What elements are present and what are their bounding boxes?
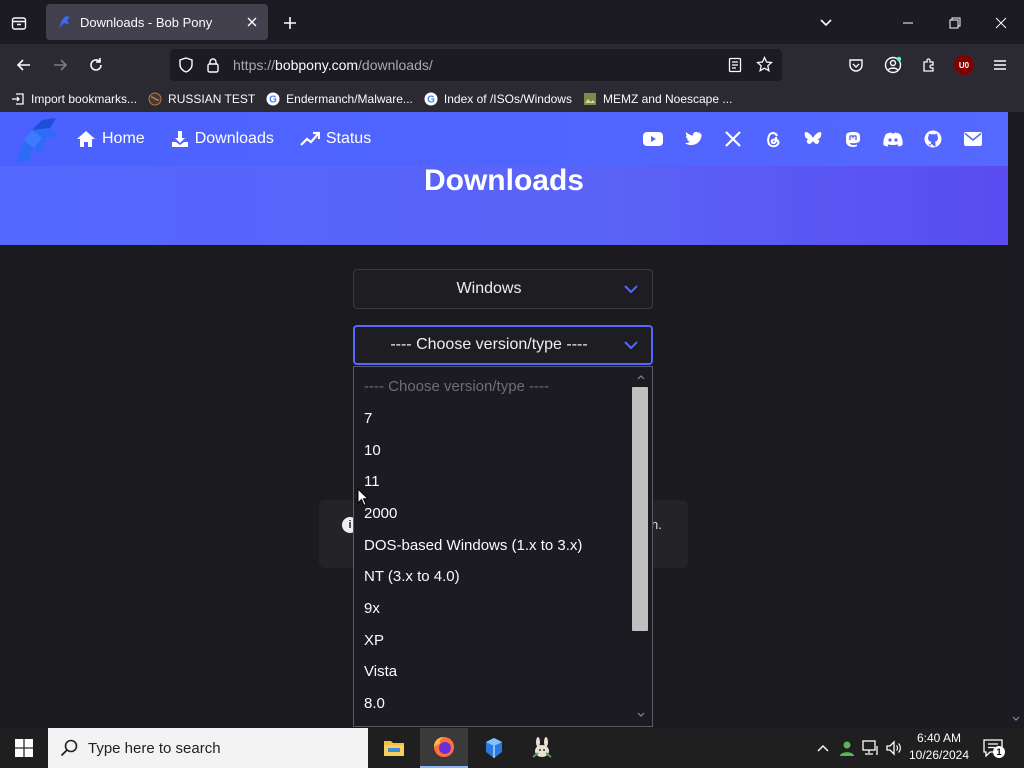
import-icon xyxy=(10,91,26,107)
download-icon xyxy=(171,130,195,148)
address-bar[interactable]: https://bobpony.com/downloads/ xyxy=(170,49,782,81)
extension-badge: U0 xyxy=(958,60,970,70)
bookmark-star-icon[interactable] xyxy=(756,56,773,73)
reload-icon[interactable] xyxy=(84,54,108,76)
mail-icon[interactable] xyxy=(953,132,993,146)
dropdown-option[interactable]: DOS-based Windows (1.x to 3.x) xyxy=(364,537,582,554)
taskbar-clock[interactable]: 6:40 AM 10/26/2024 xyxy=(906,730,972,764)
taskbar-search-box[interactable]: Type here to search xyxy=(48,728,368,768)
nav-downloads-link[interactable]: Downloads xyxy=(171,130,274,148)
tab-title: Downloads - Bob Pony xyxy=(80,14,213,30)
bookmarks-toolbar: Import bookmarks... RUSSIAN TEST G Ender… xyxy=(0,86,1024,112)
back-arrow-icon[interactable] xyxy=(12,54,36,76)
x-icon[interactable] xyxy=(713,131,753,147)
mastodon-icon[interactable] xyxy=(833,131,873,148)
extensions-puzzle-icon[interactable] xyxy=(918,54,940,76)
dropdown-placeholder-option[interactable]: ---- Choose version/type ---- xyxy=(364,378,549,395)
image-icon xyxy=(582,91,598,107)
volume-icon[interactable] xyxy=(884,738,904,758)
dropdown-option[interactable]: 10 xyxy=(364,442,381,459)
clock-date: 10/26/2024 xyxy=(908,748,970,762)
forward-arrow-icon[interactable] xyxy=(48,54,72,76)
dropdown-option[interactable]: Vista xyxy=(364,663,397,680)
globe-icon xyxy=(147,91,163,107)
tab-overflow-chevron-icon[interactable] xyxy=(815,12,837,34)
dropdown-scrollbar-thumb[interactable] xyxy=(632,387,648,631)
tab-strip: Downloads - Bob Pony xyxy=(0,0,1024,44)
page-title: Downloads xyxy=(423,164,584,197)
info-icon-glyph: i xyxy=(348,519,352,531)
show-hidden-icons-chevron-icon[interactable] xyxy=(814,738,832,758)
account-icon[interactable] xyxy=(882,54,904,76)
new-tab-icon[interactable] xyxy=(279,12,301,34)
url-text[interactable]: https://bobpony.com/downloads/ xyxy=(233,57,433,73)
version-select[interactable]: ---- Choose version/type ---- xyxy=(353,325,653,365)
chevron-down-icon xyxy=(624,284,638,294)
version-select-value: ---- Choose version/type ---- xyxy=(390,336,588,353)
site-navbar: Home Downloads Status xyxy=(0,112,1008,166)
ublock-origin-icon[interactable]: U0 xyxy=(954,55,974,75)
close-tab-icon[interactable] xyxy=(246,16,258,28)
reader-view-icon[interactable] xyxy=(728,57,742,73)
os-select[interactable]: Windows xyxy=(353,269,653,309)
lock-icon[interactable] xyxy=(206,57,220,73)
version-dropdown-list[interactable]: ---- Choose version/type ---- 7 10 11 20… xyxy=(353,366,653,727)
tracking-protection-shield-icon[interactable] xyxy=(178,57,194,73)
dropdown-option[interactable]: 2000 xyxy=(364,505,397,522)
os-select-value: Windows xyxy=(456,280,522,297)
bookmark-import[interactable]: Import bookmarks... xyxy=(10,91,137,107)
bobpony-favicon-icon xyxy=(56,14,72,30)
close-window-icon[interactable] xyxy=(989,12,1013,34)
nav-status-link[interactable]: Status xyxy=(300,130,371,148)
page-scrollbar[interactable] xyxy=(1008,112,1024,728)
dropdown-option[interactable]: 8.0 xyxy=(364,695,385,712)
firefox-taskbar-icon[interactable] xyxy=(420,728,468,768)
dropdown-option[interactable]: NT (3.x to 4.0) xyxy=(364,568,460,585)
nav-home-link[interactable]: Home xyxy=(76,130,145,148)
dropdown-option[interactable]: 9x xyxy=(364,600,380,617)
youtube-icon[interactable] xyxy=(633,132,673,146)
dropdown-option[interactable]: 7 xyxy=(364,410,372,427)
bookmark-russian-test[interactable]: RUSSIAN TEST xyxy=(147,91,255,107)
tab-downloads[interactable]: Downloads - Bob Pony xyxy=(46,4,268,40)
user-people-tray-icon[interactable] xyxy=(837,738,857,758)
minimize-icon[interactable] xyxy=(896,12,920,34)
svg-text:G: G xyxy=(427,95,435,106)
google-icon: G xyxy=(423,91,439,107)
windows-start-icon[interactable] xyxy=(0,728,48,768)
app-bunny-icon[interactable] xyxy=(518,728,566,768)
bookmark-index-isos[interactable]: G Index of /ISOs/Windows xyxy=(423,91,572,107)
clock-time: 6:40 AM xyxy=(916,731,962,745)
search-placeholder: Type here to search xyxy=(88,739,221,757)
social-links xyxy=(633,112,993,166)
dropdown-option[interactable]: XP xyxy=(364,632,384,649)
pocket-icon[interactable] xyxy=(846,54,866,76)
bookmark-memz[interactable]: MEMZ and Noescape ... xyxy=(582,91,732,107)
file-explorer-icon[interactable] xyxy=(370,728,418,768)
notification-count-badge: 1 xyxy=(993,746,1005,758)
chevron-down-icon xyxy=(624,340,638,350)
mouse-cursor-icon xyxy=(357,488,369,507)
discord-icon[interactable] xyxy=(873,132,913,147)
search-icon xyxy=(60,739,78,757)
twitter-icon[interactable] xyxy=(673,131,713,147)
action-center-notification-icon[interactable]: 1 xyxy=(981,737,1005,759)
app-cubes-icon[interactable] xyxy=(470,728,518,768)
threads-icon[interactable] xyxy=(753,131,793,148)
google-icon: G xyxy=(265,91,281,107)
network-icon[interactable] xyxy=(861,738,881,758)
trending-chart-icon xyxy=(300,131,326,147)
bookmark-endermanch[interactable]: G Endermanch/Malware... xyxy=(265,91,413,107)
list-all-tabs-icon[interactable] xyxy=(8,12,30,34)
svg-text:G: G xyxy=(269,95,277,106)
hamburger-menu-icon[interactable] xyxy=(990,54,1010,76)
site-logo[interactable] xyxy=(12,114,62,164)
home-icon xyxy=(76,130,102,148)
bluesky-icon[interactable] xyxy=(793,131,833,147)
restore-icon[interactable] xyxy=(943,12,967,34)
github-icon[interactable] xyxy=(913,130,953,148)
